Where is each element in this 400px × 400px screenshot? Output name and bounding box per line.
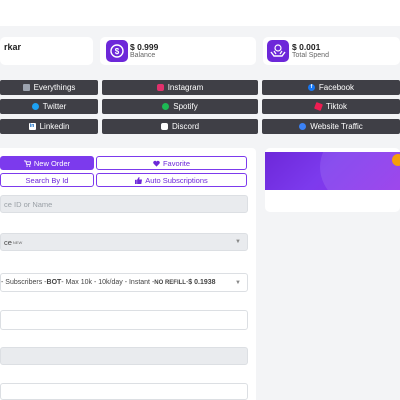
twitter-icon <box>31 103 39 110</box>
discord-icon <box>160 123 168 130</box>
banner-decoration <box>320 152 400 190</box>
category-label: Instagram <box>167 83 204 92</box>
category-facebook-button[interactable]: f Facebook <box>262 80 400 95</box>
category-label: Twitter <box>42 102 67 111</box>
service-bot-tag: BOT <box>46 279 62 286</box>
dollar-icon: $ <box>106 40 128 62</box>
tab-new-order[interactable]: New Order <box>0 156 94 170</box>
hands-coin-icon <box>267 40 289 62</box>
svg-text:$: $ <box>115 47 120 56</box>
globe-icon <box>299 123 307 130</box>
category-instagram-button[interactable]: Instagram <box>102 80 258 95</box>
balance-label: Balance <box>130 52 156 59</box>
category-label: Facebook <box>318 83 355 92</box>
thumbs-up-icon <box>135 176 143 184</box>
total-spend-card: $ 0.001 Total Spend <box>263 37 400 65</box>
category-discord-button[interactable]: Discord <box>102 119 258 134</box>
search-placeholder: ce ID or Name <box>4 199 53 209</box>
category-label: Tiktok <box>325 102 348 111</box>
promo-banner <box>265 152 400 190</box>
category-website-traffic-button[interactable]: Website Traffic <box>262 119 400 134</box>
category-label: Linkedin <box>39 122 70 131</box>
banner-dot <box>392 154 400 166</box>
search-input[interactable]: ce ID or Name <box>0 195 248 213</box>
tiktok-icon <box>313 102 323 111</box>
service-price: $ 0.1938 <box>188 279 216 286</box>
tab-favorite[interactable]: Favorite <box>96 156 247 170</box>
grid-icon <box>22 84 30 91</box>
total-spend-value: $ 0.001 <box>292 42 321 52</box>
link-input[interactable] <box>0 347 248 365</box>
top-bar <box>0 0 400 26</box>
category-value: ce <box>4 237 12 247</box>
category-tiktok-button[interactable]: Tiktok <box>262 99 400 114</box>
category-linkedin-button[interactable]: in Linkedin <box>0 119 98 134</box>
new-badge: NEW <box>12 239 23 245</box>
tab-label: Favorite <box>162 158 191 168</box>
user-name: rkar <box>4 42 22 52</box>
category-spotify-button[interactable]: Spotify <box>102 99 258 114</box>
facebook-icon: f <box>307 84 315 91</box>
tab-auto-subscriptions[interactable]: Auto Subscriptions <box>96 173 247 187</box>
heart-icon <box>153 160 160 167</box>
service-details: - Max 10k - 10k/day - Instant - <box>61 279 155 286</box>
category-select[interactable]: ce NEW ▼ <box>0 233 248 251</box>
service-select[interactable]: - Subscribers - BOT - Max 10k - 10k/day … <box>0 273 248 292</box>
category-twitter-button[interactable]: Twitter <box>0 99 98 114</box>
quantity-input[interactable] <box>0 383 248 400</box>
tab-label: Search By Id <box>25 175 69 185</box>
category-everythings-button[interactable]: Everythings <box>0 80 98 95</box>
tab-label: Auto Subscriptions <box>145 175 208 185</box>
category-label: Everythings <box>33 83 76 92</box>
balance-card: $ $ 0.999 Balance <box>100 37 256 65</box>
total-spend-label: Total Spend <box>292 52 329 59</box>
cart-icon <box>23 159 31 167</box>
instagram-icon <box>156 84 164 91</box>
service-prefix: - Subscribers - <box>1 279 47 286</box>
spotify-icon <box>162 103 170 110</box>
tab-label: New Order <box>33 158 71 168</box>
category-label: Spotify <box>173 102 198 111</box>
category-label: Website Traffic <box>310 122 363 131</box>
balance-value: $ 0.999 <box>130 42 159 52</box>
category-label: Discord <box>171 122 200 131</box>
chevron-down-icon: ▼ <box>235 239 241 245</box>
linkedin-icon: in <box>28 123 36 130</box>
description-field[interactable] <box>0 310 248 330</box>
service-norefill-tag: NO REFILL <box>154 279 186 286</box>
tab-search-by-id[interactable]: Search By Id <box>0 173 94 187</box>
chevron-down-icon: ▼ <box>235 279 241 286</box>
